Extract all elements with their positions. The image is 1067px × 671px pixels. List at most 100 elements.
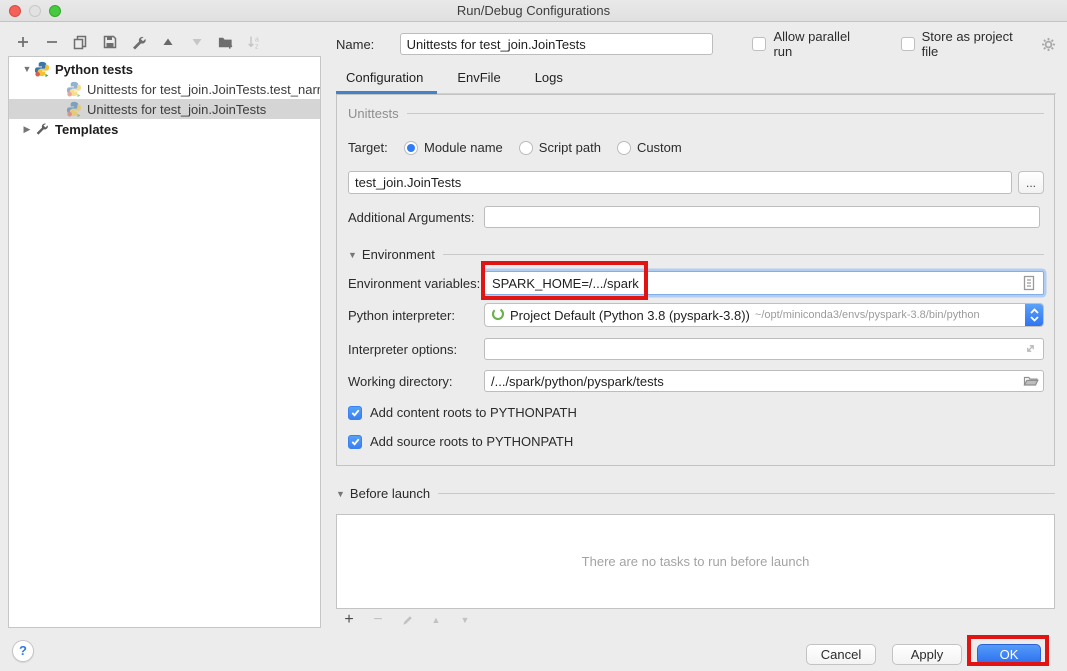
additional-arguments-row: Additional Arguments: [348,206,1040,228]
cancel-button[interactable]: Cancel [806,644,876,665]
tree-item-label: Unittests for test_join.JoinTests [87,102,266,117]
add-source-roots-option[interactable]: Add source roots to PYTHONPATH [348,434,573,449]
help-button[interactable]: ? [12,640,34,662]
name-input[interactable] [400,33,714,55]
svg-text:a: a [255,37,259,44]
tree-item-label: Python tests [55,62,133,77]
close-window-button[interactable] [9,5,21,17]
environment-section-separator[interactable]: ▼ Environment [348,247,1044,262]
add-content-roots-label: Add content roots to PYTHONPATH [370,405,577,420]
before-launch-title: Before launch [350,486,430,501]
expand-field-icon[interactable] [1023,341,1039,357]
python-interpreter-select[interactable]: Project Default (Python 3.8 (pyspark-3.8… [484,303,1044,327]
separator-line [443,254,1044,255]
script-path-label: Script path [539,140,601,155]
working-directory-input[interactable] [484,370,1044,392]
copy-configuration-icon[interactable] [72,34,89,51]
store-as-project-file-option[interactable]: Store as project file [901,29,1032,59]
edit-variables-icon[interactable] [1022,275,1038,291]
add-content-roots-checkbox[interactable] [348,406,362,420]
remove-configuration-icon[interactable] [43,34,60,51]
ok-button[interactable]: OK [977,644,1041,665]
zoom-window-button[interactable] [49,5,61,17]
tree-item-unittests-jointests-selected[interactable]: Unittests for test_join.JoinTests [9,99,320,119]
module-name-input[interactable] [348,171,1012,194]
browse-button[interactable]: ... [1018,171,1044,194]
environment-variables-input[interactable]: SPARK_HOME=/.../spark [484,271,1044,295]
run-debug-configurations-dialog: Run/Debug Configurations az [0,0,1067,671]
dropdown-stepper-icon[interactable] [1025,303,1044,327]
module-name-row: ... [348,171,1044,194]
folder-icon[interactable] [1023,373,1039,389]
interpreter-options-row: Interpreter options: [348,338,1044,360]
remove-task-icon: − [371,613,385,627]
add-content-roots-option[interactable]: Add content roots to PYTHONPATH [348,405,577,420]
tree-item-templates[interactable]: ▶ Templates [9,119,320,139]
tree-item-unittests-test-narrow[interactable]: Unittests for test_join.JoinTests.test_n… [9,79,320,99]
tree-item-python-tests[interactable]: ▼ Python tests [9,59,320,79]
script-path-radio[interactable] [519,141,533,155]
configuration-panel: Unittests Target: Module name Script pat… [336,94,1055,466]
unittests-section-separator: Unittests [348,106,1044,121]
new-folder-icon[interactable] [217,34,234,51]
working-directory-label: Working directory: [348,374,484,389]
move-task-down-icon: ▼ [458,613,472,627]
chevron-down-icon[interactable]: ▼ [20,64,34,74]
before-launch-task-list: There are no tasks to run before launch [336,514,1055,609]
name-row: Name: Allow parallel run Store as projec… [336,32,1056,56]
title-bar: Run/Debug Configurations [0,0,1067,22]
chevron-down-icon[interactable]: ▼ [348,250,357,260]
edit-templates-icon[interactable] [130,34,147,51]
window-controls [9,5,61,17]
python-interpreter-path: ~/opt/miniconda3/envs/pyspark-3.8/bin/py… [755,309,980,321]
custom-label: Custom [637,140,682,155]
gear-icon[interactable] [1041,37,1056,52]
additional-arguments-input[interactable] [484,206,1040,228]
python-tests-icon [34,61,50,77]
target-option-script-path[interactable]: Script path [519,140,601,155]
tab-envfile[interactable]: EnvFile [457,65,500,93]
tab-configuration[interactable]: Configuration [346,65,423,93]
custom-radio[interactable] [617,141,631,155]
configurations-toolbar: az [14,32,263,52]
store-as-project-file-checkbox[interactable] [901,37,915,51]
separator-line [407,113,1044,114]
python-test-config-icon [66,81,82,97]
tab-bar: Configuration EnvFile Logs [336,64,1056,94]
tree-item-label: Templates [55,122,118,137]
module-name-radio[interactable] [404,141,418,155]
python-test-config-icon [66,101,82,117]
allow-parallel-run-checkbox[interactable] [752,37,766,51]
add-task-icon[interactable]: + [342,613,356,627]
move-up-icon[interactable] [159,34,176,51]
separator-line [438,493,1055,494]
target-row: Target: Module name Script path Custom [348,140,1044,155]
allow-parallel-run-label: Allow parallel run [773,29,871,59]
save-configuration-icon[interactable] [101,34,118,51]
tab-logs[interactable]: Logs [535,65,563,93]
interpreter-options-input[interactable] [484,338,1044,360]
target-option-module-name[interactable]: Module name [404,140,503,155]
working-directory-row: Working directory: [348,370,1044,392]
chevron-down-icon[interactable]: ▼ [336,489,345,499]
move-down-icon [188,34,205,51]
tree-item-label: Unittests for test_join.JoinTests.test_n… [87,82,320,97]
target-option-custom[interactable]: Custom [617,140,682,155]
add-source-roots-checkbox[interactable] [348,435,362,449]
sort-configurations-icon: az [246,34,263,51]
python-interpreter-row: Python interpreter: Project Default (Pyt… [348,303,1044,327]
add-configuration-icon[interactable] [14,34,31,51]
allow-parallel-run-option[interactable]: Allow parallel run [752,29,871,59]
environment-variables-row: Environment variables: SPARK_HOME=/.../s… [348,271,1044,295]
before-launch-separator[interactable]: ▼ Before launch [336,486,1055,501]
templates-wrench-icon [34,121,50,137]
move-task-up-icon: ▲ [429,613,443,627]
environment-variables-label: Environment variables: [348,276,484,291]
unittests-section-title: Unittests [348,106,399,121]
add-source-roots-label: Add source roots to PYTHONPATH [370,434,573,449]
minimize-window-button [29,5,41,17]
window-title: Run/Debug Configurations [457,3,610,18]
chevron-right-icon[interactable]: ▶ [20,124,34,135]
apply-button[interactable]: Apply [892,644,962,665]
environment-variables-value: SPARK_HOME=/.../spark [492,276,639,291]
